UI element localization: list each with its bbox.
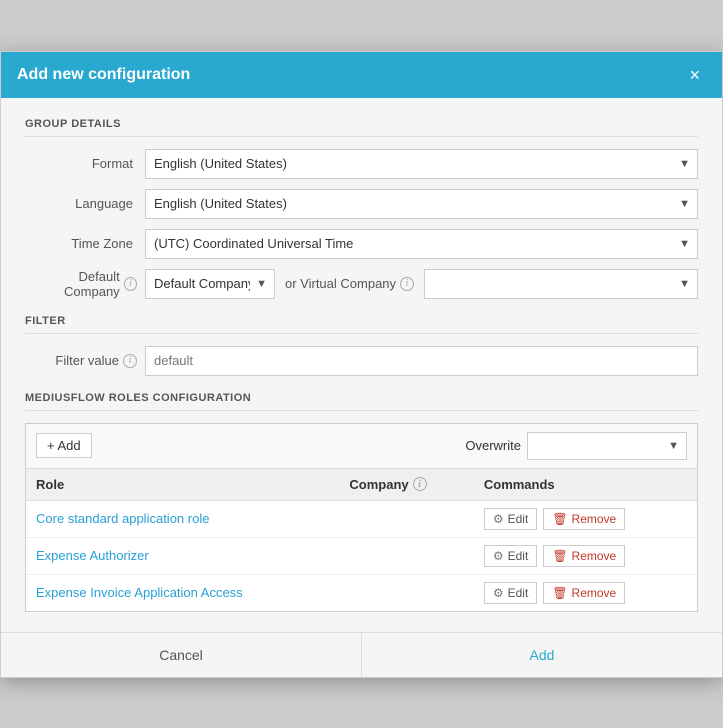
company-cell [339, 500, 473, 537]
company-column-info-icon: i [413, 477, 427, 491]
format-label: Format [25, 156, 145, 171]
roles-toolbar: + Add Overwrite ▼ [26, 424, 697, 469]
modal-title: Add new configuration [17, 66, 190, 84]
format-select-wrapper: English (United States) English (United … [145, 149, 698, 179]
filter-value-label-wrapper: Filter value i [25, 353, 145, 368]
role-cell: Expense Authorizer [26, 537, 339, 574]
language-label: Language [25, 196, 145, 211]
remove-button[interactable]: 🗑 Remove [543, 545, 625, 567]
virtual-company-info-icon: i [400, 277, 414, 291]
roles-table-body: Core standard application role ⚙ Edit 🗑 … [26, 500, 697, 611]
format-field: Format English (United States) English (… [25, 149, 698, 179]
virtual-company-select-wrapper: ▼ [424, 269, 698, 299]
roles-section: MEDIUSFLOW ROLES CONFIGURATION + Add Ove… [25, 392, 698, 612]
edit-label: Edit [508, 512, 529, 526]
or-label-wrapper: or Virtual Company i [285, 276, 414, 291]
overwrite-wrapper: Overwrite ▼ [465, 432, 687, 460]
edit-button[interactable]: ⚙ Edit [484, 508, 537, 530]
filter-value-label: Filter value [55, 353, 119, 368]
gear-icon: ⚙ [493, 586, 504, 600]
trash-icon: 🗑 [552, 549, 567, 563]
add-button[interactable]: Add [362, 633, 722, 677]
gear-icon: ⚙ [493, 549, 504, 563]
language-select[interactable]: English (United States) English (United … [145, 189, 698, 219]
timezone-select[interactable]: (UTC) Coordinated Universal Time (UTC+01… [145, 229, 698, 259]
role-link[interactable]: Expense Invoice Application Access [36, 585, 243, 600]
add-role-button[interactable]: + Add [36, 433, 92, 458]
filter-value-input[interactable] [145, 346, 698, 376]
table-row: Expense Authorizer ⚙ Edit 🗑 Remove [26, 537, 697, 574]
timezone-field: Time Zone (UTC) Coordinated Universal Ti… [25, 229, 698, 259]
trash-icon: 🗑 [552, 586, 567, 600]
role-link[interactable]: Expense Authorizer [36, 548, 149, 563]
default-company-select-wrapper: Default Company ▼ [145, 269, 275, 299]
role-link[interactable]: Core standard application role [36, 511, 209, 526]
overwrite-label: Overwrite [465, 438, 521, 453]
commands-cell: ⚙ Edit 🗑 Remove [474, 500, 697, 537]
default-company-label: Default Company [25, 269, 120, 299]
company-row: Default Company i Default Company ▼ or V… [25, 269, 698, 299]
remove-label: Remove [572, 549, 617, 563]
remove-label: Remove [572, 512, 617, 526]
filter-section: FILTER Filter value i [25, 315, 698, 376]
filter-section-title: FILTER [25, 315, 698, 334]
default-company-info-icon: i [124, 277, 137, 291]
filter-value-row: Filter value i [25, 346, 698, 376]
roles-table-header-row: Role Company i Commands [26, 469, 697, 501]
modal-footer: Cancel Add [1, 632, 722, 677]
roles-table-head: Role Company i Commands [26, 469, 697, 501]
filter-value-info-icon: i [123, 354, 137, 368]
roles-table: Role Company i Commands [26, 469, 697, 611]
default-company-label-wrapper: Default Company i [25, 269, 145, 299]
gear-icon: ⚙ [493, 512, 504, 526]
overwrite-select-wrapper: ▼ [527, 432, 687, 460]
company-cell [339, 537, 473, 574]
close-button[interactable]: × [683, 64, 706, 86]
modal-container: Add new configuration × GROUP DETAILS Fo… [0, 51, 723, 678]
cancel-button[interactable]: Cancel [1, 633, 362, 677]
role-column-header: Role [26, 469, 339, 501]
commands-cell: ⚙ Edit 🗑 Remove [474, 537, 697, 574]
table-row: Expense Invoice Application Access ⚙ Edi… [26, 574, 697, 611]
roles-table-container: + Add Overwrite ▼ [25, 423, 698, 612]
remove-button[interactable]: 🗑 Remove [543, 508, 625, 530]
trash-icon: 🗑 [552, 512, 567, 526]
role-cell: Expense Invoice Application Access [26, 574, 339, 611]
virtual-company-select[interactable] [424, 269, 698, 299]
company-column-header: Company i [339, 469, 473, 501]
remove-button[interactable]: 🗑 Remove [543, 582, 625, 604]
or-virtual-company-label: or Virtual Company [285, 276, 396, 291]
role-cell: Core standard application role [26, 500, 339, 537]
table-row: Core standard application role ⚙ Edit 🗑 … [26, 500, 697, 537]
edit-button[interactable]: ⚙ Edit [484, 545, 537, 567]
default-company-select[interactable]: Default Company [145, 269, 275, 299]
modal-body: GROUP DETAILS Format English (United Sta… [1, 98, 722, 632]
language-select-wrapper: English (United States) English (United … [145, 189, 698, 219]
roles-table-scroll-area: Role Company i Commands [26, 469, 697, 611]
edit-label: Edit [508, 586, 529, 600]
remove-label: Remove [572, 586, 617, 600]
modal-header: Add new configuration × [1, 52, 722, 98]
edit-button[interactable]: ⚙ Edit [484, 582, 537, 604]
language-field: Language English (United States) English… [25, 189, 698, 219]
timezone-label: Time Zone [25, 236, 145, 251]
group-details-title: GROUP DETAILS [25, 118, 698, 137]
timezone-select-wrapper: (UTC) Coordinated Universal Time (UTC+01… [145, 229, 698, 259]
format-select[interactable]: English (United States) English (United … [145, 149, 698, 179]
edit-label: Edit [508, 549, 529, 563]
roles-section-title: MEDIUSFLOW ROLES CONFIGURATION [25, 392, 698, 411]
overwrite-select[interactable] [527, 432, 687, 460]
commands-cell: ⚙ Edit 🗑 Remove [474, 574, 697, 611]
company-cell [339, 574, 473, 611]
commands-column-header: Commands [474, 469, 697, 501]
